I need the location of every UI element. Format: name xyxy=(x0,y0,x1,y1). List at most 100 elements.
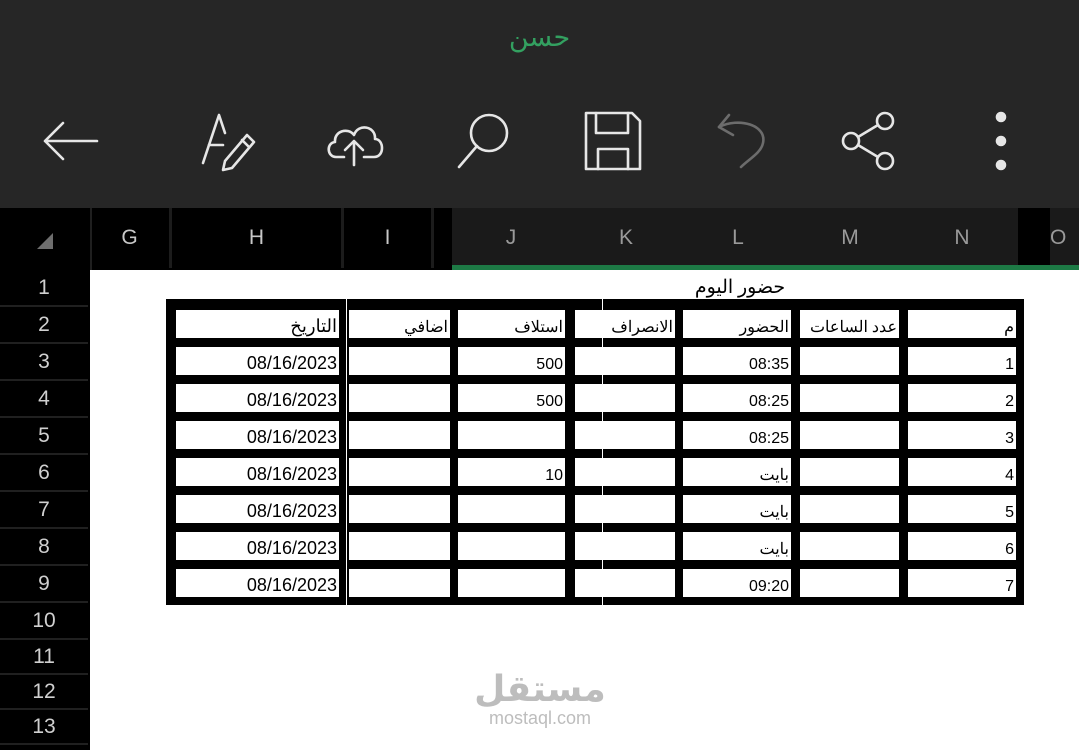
table-cell-hours[interactable] xyxy=(800,347,899,375)
table-cell-extra[interactable] xyxy=(349,421,450,449)
table-cell-leave[interactable] xyxy=(575,384,675,412)
header-cell-hours[interactable]: عدد الساعات xyxy=(800,310,899,338)
table-cell-hours[interactable] xyxy=(800,458,899,486)
row-header-4[interactable]: 4 xyxy=(0,381,88,418)
row-header-1[interactable]: 1 xyxy=(0,270,88,307)
row-header-2[interactable]: 2 xyxy=(0,307,88,344)
table-cell-attendance[interactable]: 08:25 xyxy=(683,384,791,412)
search-button[interactable] xyxy=(448,106,518,176)
column-header-m[interactable]: M xyxy=(794,208,906,268)
row-header-7[interactable]: 7 xyxy=(0,492,88,529)
header-cell-leave[interactable]: الانصراف xyxy=(575,310,675,338)
draw-button[interactable] xyxy=(194,106,264,176)
more-options-button[interactable] xyxy=(964,106,1034,176)
table-cell-extra[interactable] xyxy=(349,458,450,486)
table-cell-attendance[interactable]: 08:25 xyxy=(683,421,791,449)
table-cell-index[interactable]: 1 xyxy=(908,347,1016,375)
table-cell-advance[interactable]: 10 xyxy=(458,458,565,486)
table-cell-attendance[interactable]: 08:35 xyxy=(683,347,791,375)
table-cell-attendance[interactable]: بايت xyxy=(683,532,791,560)
watermark-url: mostaql.com xyxy=(488,708,592,728)
table-cell-hours[interactable] xyxy=(800,495,899,523)
table-cell-date[interactable]: 08/16/2023 xyxy=(176,421,339,449)
table-cell-index[interactable]: 7 xyxy=(908,569,1016,597)
watermark-logo: مستقل xyxy=(474,669,606,710)
row-header-6[interactable]: 6 xyxy=(0,455,88,492)
table-cell-index[interactable]: 6 xyxy=(908,532,1016,560)
table-cell-advance[interactable] xyxy=(458,532,565,560)
column-header-i[interactable]: I xyxy=(344,208,434,268)
table-cell-advance[interactable] xyxy=(458,569,565,597)
table-cell-hours[interactable] xyxy=(800,569,899,597)
row-header-3[interactable]: 3 xyxy=(0,344,88,381)
undo-button[interactable] xyxy=(706,106,776,176)
back-arrow-icon xyxy=(43,121,99,161)
header-cell-index[interactable]: م xyxy=(908,310,1016,338)
header-cell-attendance[interactable]: الحضور xyxy=(683,310,791,338)
column-header-o[interactable]: O xyxy=(1050,208,1079,268)
table-cell-attendance[interactable]: بايت xyxy=(683,458,791,486)
table-cell-leave[interactable] xyxy=(575,532,675,560)
table-cell-advance[interactable]: 500 xyxy=(458,347,565,375)
sheet-title-cell[interactable]: حضور اليوم xyxy=(660,276,820,299)
row-header-10[interactable]: 10 xyxy=(0,603,88,640)
search-icon xyxy=(457,113,509,169)
row-header-11[interactable]: 11 xyxy=(0,640,88,675)
table-cell-index[interactable]: 2 xyxy=(908,384,1016,412)
table-cell-attendance[interactable]: 09:20 xyxy=(683,569,791,597)
table-cell-hours[interactable] xyxy=(800,532,899,560)
save-button[interactable] xyxy=(577,106,647,176)
table-cell-leave[interactable] xyxy=(575,458,675,486)
undo-icon xyxy=(717,113,765,169)
table-cell-advance[interactable]: 500 xyxy=(458,384,565,412)
column-header-k[interactable]: K xyxy=(570,208,682,268)
table-cell-date[interactable]: 08/16/2023 xyxy=(176,347,339,375)
cloud-upload-icon xyxy=(327,126,384,167)
share-button[interactable] xyxy=(834,106,904,176)
column-header-h[interactable]: H xyxy=(172,208,344,268)
table-cell-extra[interactable] xyxy=(349,495,450,523)
column-header-g[interactable]: G xyxy=(90,208,172,268)
table-cell-extra[interactable] xyxy=(349,532,450,560)
table-cell-extra[interactable] xyxy=(349,347,450,375)
share-icon xyxy=(841,111,895,171)
table-cell-leave[interactable] xyxy=(575,421,675,449)
table-cell-leave[interactable] xyxy=(575,495,675,523)
table-cell-advance[interactable] xyxy=(458,421,565,449)
more-vertical-icon xyxy=(995,111,1007,171)
table-cell-index[interactable]: 5 xyxy=(908,495,1016,523)
table-cell-index[interactable]: 3 xyxy=(908,421,1016,449)
table-cell-index[interactable]: 4 xyxy=(908,458,1016,486)
draw-pen-icon xyxy=(201,113,256,172)
row-header-5[interactable]: 5 xyxy=(0,418,88,455)
upload-button[interactable] xyxy=(319,106,389,176)
table-cell-attendance[interactable]: بايت xyxy=(683,495,791,523)
table-cell-hours[interactable] xyxy=(800,384,899,412)
table-cell-date[interactable]: 08/16/2023 xyxy=(176,384,339,412)
table-page-break xyxy=(346,299,347,605)
save-icon xyxy=(584,111,642,171)
row-header-13[interactable]: 13 xyxy=(0,710,88,745)
row-header-8[interactable]: 8 xyxy=(0,529,88,566)
column-header-j[interactable]: J xyxy=(452,208,570,268)
table-cell-hours[interactable] xyxy=(800,421,899,449)
header-cell-advance[interactable]: استلاف xyxy=(458,310,565,338)
header-cell-extra[interactable]: اضافي xyxy=(349,310,450,338)
table-cell-extra[interactable] xyxy=(349,384,450,412)
table-cell-date[interactable]: 08/16/2023 xyxy=(176,569,339,597)
table-cell-advance[interactable] xyxy=(458,495,565,523)
column-header-l[interactable]: L xyxy=(682,208,794,268)
table-cell-date[interactable]: 08/16/2023 xyxy=(176,495,339,523)
row-header-9[interactable]: 9 xyxy=(0,566,88,603)
table-cell-date[interactable]: 08/16/2023 xyxy=(176,458,339,486)
row-header-12[interactable]: 12 xyxy=(0,675,88,710)
document-title[interactable]: حسن xyxy=(0,22,1079,53)
select-all-icon xyxy=(37,233,53,249)
back-button[interactable] xyxy=(34,106,104,176)
table-cell-date[interactable]: 08/16/2023 xyxy=(176,532,339,560)
table-cell-leave[interactable] xyxy=(575,569,675,597)
table-cell-leave[interactable] xyxy=(575,347,675,375)
header-cell-date[interactable]: التاريخ xyxy=(176,310,339,338)
table-cell-extra[interactable] xyxy=(349,569,450,597)
column-header-n[interactable]: N xyxy=(906,208,1018,268)
